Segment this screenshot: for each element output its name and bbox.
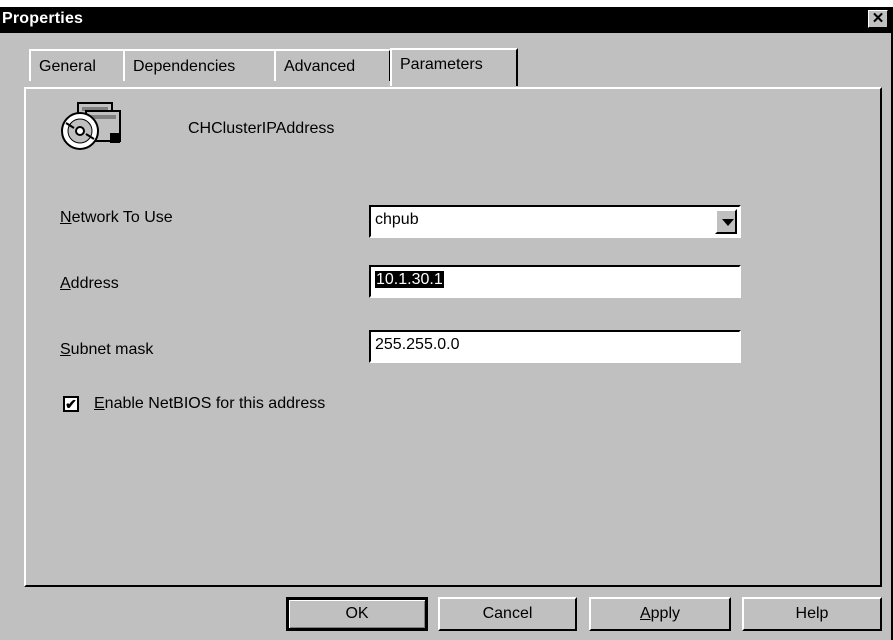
- network-select-value: chpub: [375, 211, 419, 228]
- window-title: Properties: [2, 10, 84, 27]
- tab-advanced[interactable]: Advanced: [274, 49, 391, 81]
- tab-general[interactable]: General: [29, 49, 125, 81]
- tab-dependencies[interactable]: Dependencies: [123, 49, 276, 81]
- cancel-button[interactable]: Cancel: [438, 597, 577, 631]
- title-bar[interactable]: Properties ✕: [0, 7, 891, 33]
- subnet-label-hotkey: S: [60, 341, 71, 358]
- netbios-label-hotkey: E: [94, 395, 105, 412]
- address-label-text: ddress: [70, 275, 119, 292]
- chevron-down-icon[interactable]: [715, 209, 737, 234]
- netbios-label-text: nable NetBIOS for this address: [104, 395, 326, 412]
- apply-button-text: pply: [650, 605, 681, 622]
- help-button[interactable]: Help: [742, 597, 882, 631]
- netbios-checkbox[interactable]: ✔: [63, 396, 79, 412]
- resource-name: CHClusterIPAddress: [188, 120, 335, 137]
- ok-button[interactable]: OK: [286, 597, 428, 631]
- cluster-disk-icon: [61, 102, 121, 150]
- address-label-hotkey: A: [60, 275, 71, 292]
- address-label: Address: [60, 275, 119, 293]
- address-field-value: 10.1.30.1: [375, 271, 444, 288]
- netbios-label[interactable]: Enable NetBIOS for this address: [94, 395, 325, 413]
- network-label-hotkey: N: [60, 209, 72, 226]
- tab-parameters[interactable]: Parameters: [390, 48, 518, 86]
- subnet-label-text: ubnet mask: [70, 341, 154, 358]
- network-label-text: etwork To Use: [71, 209, 173, 226]
- subnet-field-value: 255.255.0.0: [375, 336, 460, 353]
- subnet-label: Subnet mask: [60, 341, 153, 359]
- network-label: Network To Use: [60, 209, 173, 227]
- apply-button[interactable]: Apply: [589, 597, 731, 631]
- apply-button-hotkey: A: [639, 605, 651, 622]
- close-button[interactable]: ✕: [868, 10, 888, 28]
- network-select[interactable]: chpub: [369, 205, 741, 238]
- subnet-field[interactable]: 255.255.0.0: [369, 330, 741, 363]
- address-field[interactable]: 10.1.30.1: [369, 265, 741, 298]
